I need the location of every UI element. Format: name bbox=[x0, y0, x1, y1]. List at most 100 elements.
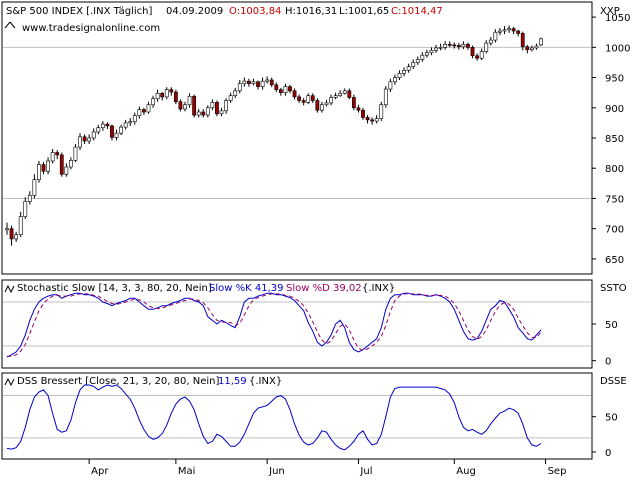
candle-body[interactable] bbox=[215, 102, 219, 115]
candle-body[interactable] bbox=[183, 104, 187, 110]
candle-body[interactable] bbox=[502, 29, 507, 32]
candle-body[interactable] bbox=[274, 84, 279, 90]
candle-body[interactable] bbox=[178, 101, 183, 110]
candle-body[interactable] bbox=[173, 91, 178, 103]
candle-body[interactable] bbox=[100, 123, 105, 129]
candle-body[interactable] bbox=[397, 73, 402, 78]
candle-body[interactable] bbox=[37, 164, 41, 181]
candle-body[interactable] bbox=[64, 166, 69, 175]
candle-body[interactable] bbox=[315, 100, 320, 111]
candle-body[interactable] bbox=[82, 136, 87, 142]
candle-body[interactable] bbox=[507, 28, 511, 31]
candle-body[interactable] bbox=[205, 107, 210, 116]
candle-body[interactable] bbox=[461, 44, 466, 48]
candle-body[interactable] bbox=[142, 109, 146, 113]
candle-body[interactable] bbox=[219, 110, 224, 115]
candle-body[interactable] bbox=[233, 90, 238, 96]
candle-body[interactable] bbox=[69, 160, 73, 168]
candle-body[interactable] bbox=[498, 30, 502, 33]
candle-body[interactable] bbox=[32, 179, 37, 196]
candle-body[interactable] bbox=[292, 90, 297, 98]
candle-body[interactable] bbox=[424, 52, 429, 56]
candle-body[interactable] bbox=[192, 95, 197, 116]
candle-body[interactable] bbox=[466, 44, 470, 48]
candle-body[interactable] bbox=[14, 234, 19, 240]
candle-body[interactable] bbox=[356, 107, 361, 111]
candle-body[interactable] bbox=[151, 98, 155, 106]
candle-body[interactable] bbox=[338, 92, 343, 96]
candle-body[interactable] bbox=[534, 45, 539, 49]
candle-body[interactable] bbox=[18, 216, 23, 236]
candle-body[interactable] bbox=[393, 77, 397, 83]
candle-body[interactable] bbox=[351, 97, 356, 109]
candle-body[interactable] bbox=[146, 104, 151, 113]
candle-body[interactable] bbox=[415, 59, 420, 63]
candle-body[interactable] bbox=[23, 201, 28, 217]
candle-body[interactable] bbox=[288, 86, 292, 92]
candle-body[interactable] bbox=[91, 131, 96, 139]
candle-body[interactable] bbox=[59, 154, 64, 175]
candle-body[interactable] bbox=[484, 42, 489, 52]
candle-body[interactable] bbox=[402, 70, 406, 74]
candle-body[interactable] bbox=[420, 54, 425, 60]
candle-body[interactable] bbox=[228, 95, 233, 101]
candle-body[interactable] bbox=[297, 96, 301, 101]
candle-body[interactable] bbox=[516, 30, 521, 34]
candle-body[interactable] bbox=[447, 44, 452, 46]
candle-body[interactable] bbox=[169, 89, 174, 93]
candle-body[interactable] bbox=[306, 95, 311, 103]
candle-body[interactable] bbox=[283, 86, 288, 93]
candle-body[interactable] bbox=[520, 33, 525, 48]
candle-body[interactable] bbox=[119, 126, 123, 134]
candle-body[interactable] bbox=[132, 115, 137, 122]
candle-body[interactable] bbox=[137, 109, 142, 116]
candle-body[interactable] bbox=[5, 228, 9, 231]
candle-body[interactable] bbox=[278, 89, 283, 93]
candle-body[interactable] bbox=[475, 55, 479, 59]
candle-body[interactable] bbox=[73, 146, 78, 161]
candle-body[interactable] bbox=[443, 44, 448, 48]
candle-body[interactable] bbox=[379, 104, 384, 119]
candle-body[interactable] bbox=[434, 47, 438, 51]
candle-body[interactable] bbox=[411, 62, 416, 67]
candle-body[interactable] bbox=[383, 88, 388, 106]
candle-body[interactable] bbox=[256, 81, 260, 87]
candle-body[interactable] bbox=[114, 132, 119, 138]
candle-body[interactable] bbox=[479, 51, 484, 59]
candle-body[interactable] bbox=[164, 89, 169, 98]
candle-body[interactable] bbox=[155, 92, 160, 100]
candle-body[interactable] bbox=[370, 119, 375, 122]
candle-body[interactable] bbox=[342, 90, 347, 94]
candle-body[interactable] bbox=[301, 100, 306, 103]
candle-body[interactable] bbox=[493, 31, 498, 41]
candle-body[interactable] bbox=[329, 97, 333, 104]
candle-body[interactable] bbox=[105, 123, 110, 127]
candle-body[interactable] bbox=[470, 47, 475, 57]
candle-body[interactable] bbox=[511, 28, 516, 32]
candle-body[interactable] bbox=[41, 164, 46, 172]
candle-body[interactable] bbox=[529, 47, 534, 51]
candle-body[interactable] bbox=[27, 195, 32, 202]
candle-body[interactable] bbox=[525, 46, 530, 51]
candle-body[interactable] bbox=[429, 50, 434, 54]
candle-body[interactable] bbox=[374, 118, 379, 122]
candle-body[interactable] bbox=[388, 81, 393, 90]
candle-body[interactable] bbox=[187, 95, 192, 106]
candle-body[interactable] bbox=[247, 80, 251, 84]
candle-body[interactable] bbox=[438, 47, 443, 49]
candle-body[interactable] bbox=[242, 80, 247, 84]
candle-body[interactable] bbox=[320, 104, 324, 111]
candle-body[interactable] bbox=[488, 39, 493, 44]
candle-body[interactable] bbox=[87, 137, 92, 142]
candle-body[interactable] bbox=[456, 45, 461, 48]
candle-body[interactable] bbox=[46, 160, 50, 172]
candle-body[interactable] bbox=[347, 90, 352, 98]
candle-body[interactable] bbox=[123, 122, 128, 128]
candle-body[interactable] bbox=[361, 109, 365, 118]
candle-body[interactable] bbox=[310, 95, 315, 101]
candle-body[interactable] bbox=[201, 111, 206, 116]
candle-body[interactable] bbox=[128, 121, 133, 124]
candle-body[interactable] bbox=[224, 100, 228, 112]
candle-body[interactable] bbox=[237, 83, 242, 92]
candle-body[interactable] bbox=[265, 79, 270, 82]
